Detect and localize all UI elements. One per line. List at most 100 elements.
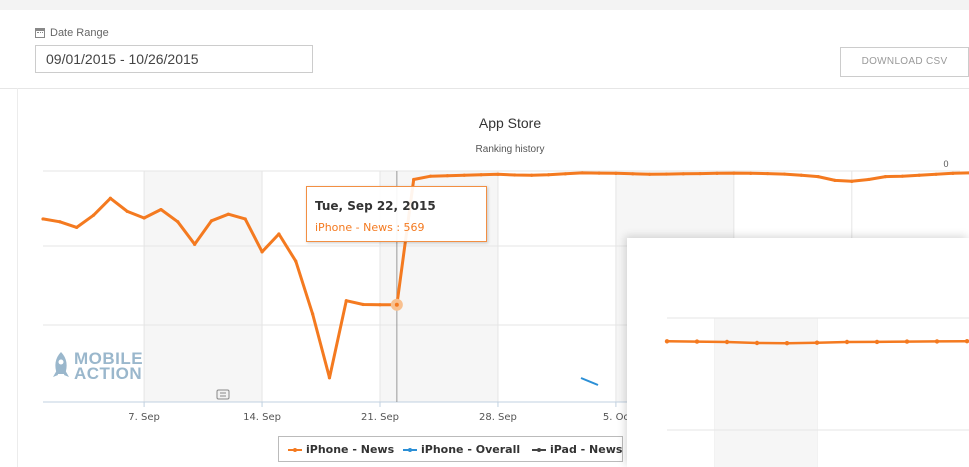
legend-label: iPhone - News xyxy=(306,443,395,456)
data-point[interactable] xyxy=(344,299,348,303)
overlay-data-point xyxy=(844,339,850,345)
data-point[interactable] xyxy=(226,212,230,216)
data-point[interactable] xyxy=(108,196,112,200)
series-iphone-overall-line xyxy=(580,377,599,386)
hover-data-point[interactable] xyxy=(390,298,403,311)
date-range-input[interactable]: 09/01/2015 - 10/26/2015 xyxy=(35,45,313,73)
data-point[interactable] xyxy=(765,171,770,176)
data-point[interactable] xyxy=(715,171,719,175)
data-point[interactable] xyxy=(563,172,567,176)
toolbar: Date Range 09/01/2015 - 10/26/2015 DOWNL… xyxy=(0,10,969,89)
data-point[interactable] xyxy=(917,173,921,177)
top-strip xyxy=(0,0,969,10)
logo-text-line2: ACTION xyxy=(74,364,143,383)
legend-marker-icon xyxy=(288,447,302,452)
tooltip-value: 569 xyxy=(403,221,425,234)
data-point[interactable] xyxy=(58,220,62,224)
data-point[interactable] xyxy=(749,171,753,175)
data-point[interactable] xyxy=(193,242,197,246)
legend-marker-icon xyxy=(403,447,417,452)
data-point[interactable] xyxy=(580,171,584,175)
data-point[interactable] xyxy=(496,172,500,176)
data-point[interactable] xyxy=(209,219,214,223)
data-point[interactable] xyxy=(614,171,618,175)
overlay-data-point xyxy=(814,340,820,345)
data-point[interactable] xyxy=(277,232,281,236)
x-tick-label: 7. Sep xyxy=(128,412,160,423)
x-tick-label: 21. Sep xyxy=(361,412,399,423)
data-point[interactable] xyxy=(125,209,129,214)
overlay-data-point xyxy=(754,340,760,346)
x-tick-label: 14. Sep xyxy=(243,412,281,423)
chart-subtitle: Ranking history xyxy=(476,144,545,155)
data-point[interactable] xyxy=(445,174,449,178)
data-point[interactable] xyxy=(428,174,433,178)
data-point[interactable] xyxy=(378,303,382,307)
date-range-label: Date Range xyxy=(35,27,109,39)
data-point[interactable] xyxy=(75,225,79,229)
data-point[interactable] xyxy=(631,172,635,176)
overlay-data-point xyxy=(694,339,700,344)
x-tick-label: 5. Oc xyxy=(603,412,629,423)
legend-label: iPad - News xyxy=(550,443,623,456)
data-point[interactable] xyxy=(782,172,787,176)
data-point[interactable] xyxy=(833,178,837,182)
navigator-handle[interactable] xyxy=(216,389,230,400)
data-point[interactable] xyxy=(546,173,551,177)
data-point[interactable] xyxy=(243,217,247,221)
data-point[interactable] xyxy=(327,376,332,380)
x-axis-ticks: 7. Sep 14. Sep 21. Sep 28. Sep 5. Oc xyxy=(128,402,629,423)
overlay-data-point xyxy=(784,341,790,346)
legend-label: iPhone - Overall xyxy=(421,443,521,456)
y-tick-label: 0 xyxy=(943,159,948,169)
data-point[interactable] xyxy=(412,177,416,182)
data-point[interactable] xyxy=(294,259,298,263)
x-tick-label: 28. Sep xyxy=(479,412,517,423)
legend-marker-icon xyxy=(532,447,546,452)
overlay-plot-band xyxy=(715,318,817,467)
overlay-data-point xyxy=(934,339,940,344)
data-point[interactable] xyxy=(681,172,685,176)
overlay-data-point xyxy=(874,339,880,345)
download-csv-button[interactable]: DOWNLOAD CSV xyxy=(840,47,969,77)
overlay-chart xyxy=(664,317,969,467)
data-point[interactable] xyxy=(142,216,146,220)
legend-item-iphone-news[interactable]: iPhone - News xyxy=(288,443,394,456)
data-point[interactable] xyxy=(479,173,483,177)
tooltip-series-value: iPhone - News : 569 xyxy=(315,221,425,234)
overlay-data-point xyxy=(664,339,670,344)
overlay-data-point xyxy=(724,339,730,345)
data-point[interactable] xyxy=(850,179,854,183)
data-point[interactable] xyxy=(799,173,803,177)
data-point[interactable] xyxy=(462,173,466,177)
data-point[interactable] xyxy=(900,174,904,178)
tooltip-date: Tue, Sep 22, 2015 xyxy=(315,199,436,213)
data-point[interactable] xyxy=(159,207,163,212)
data-point[interactable] xyxy=(597,171,601,175)
calendar-icon xyxy=(35,28,45,38)
plot-band xyxy=(144,171,263,402)
data-point[interactable] xyxy=(732,171,736,175)
data-point[interactable] xyxy=(91,213,96,217)
chart-title: App Store xyxy=(479,115,541,131)
data-point[interactable] xyxy=(934,172,938,176)
data-point[interactable] xyxy=(513,173,517,177)
data-point[interactable] xyxy=(41,217,45,221)
data-point[interactable] xyxy=(648,172,652,176)
data-point[interactable] xyxy=(883,175,888,179)
data-point[interactable] xyxy=(530,173,534,177)
data-point[interactable] xyxy=(664,172,669,176)
overlay-data-point xyxy=(904,339,910,344)
tooltip-series-name: iPhone - News xyxy=(315,221,393,234)
data-point[interactable] xyxy=(311,312,315,316)
legend-item-iphone-overall[interactable]: iPhone - Overall xyxy=(403,443,520,456)
data-point[interactable] xyxy=(176,220,180,224)
chart-legend: iPhone - News iPhone - Overall iPad - Ne… xyxy=(278,436,623,462)
data-point[interactable] xyxy=(951,171,955,175)
data-point[interactable] xyxy=(867,177,871,182)
data-point[interactable] xyxy=(361,302,365,307)
data-point[interactable] xyxy=(260,250,264,254)
data-point[interactable] xyxy=(816,175,820,179)
data-point[interactable] xyxy=(698,171,702,176)
legend-item-ipad-news[interactable]: iPad - News xyxy=(532,443,622,456)
